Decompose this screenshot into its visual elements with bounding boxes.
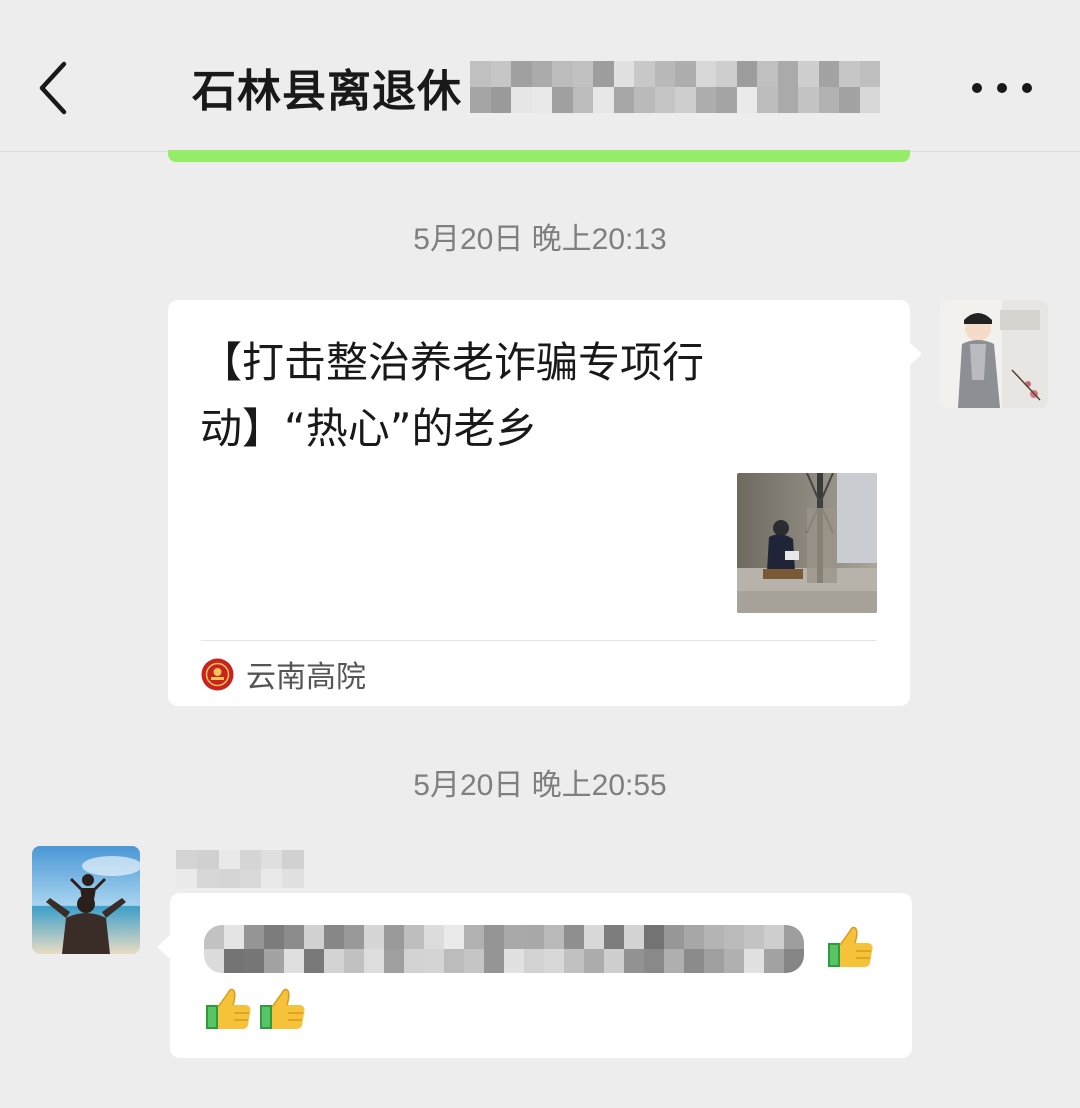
chat-title-redacted	[470, 61, 880, 113]
sender-name-redacted	[176, 850, 304, 888]
message-timestamp: 5月20日 晚上20:13	[413, 223, 667, 256]
court-emblem-icon	[201, 658, 234, 690]
article-source: 云南高院	[201, 656, 366, 695]
chat-header: 石林县离退休	[0, 0, 1080, 152]
thumbs-up-icon	[260, 988, 305, 1029]
bubble-tail	[157, 935, 170, 959]
shared-article-card[interactable]: 【打击整治养老诈骗专项行动】“热心”的老乡 云南高院	[168, 300, 922, 706]
source-name: 云南高院	[246, 660, 366, 695]
thumbs-up-icon	[828, 926, 873, 967]
text-message-bubble[interactable]	[157, 893, 912, 1058]
message-text-redacted	[204, 925, 804, 973]
article-thumbnail	[737, 473, 877, 613]
message-timestamp: 5月20日 晚上20:55	[413, 769, 667, 802]
article-title: 【打击整治养老诈骗专项行动】“热心”的老乡	[200, 338, 705, 453]
sender-avatar[interactable]	[32, 846, 140, 954]
card-divider	[201, 640, 877, 641]
previous-message-bubble-edge	[168, 150, 910, 162]
chat-title: 石林县离退休	[192, 52, 880, 122]
more-dots-icon	[972, 83, 982, 93]
chevron-left-icon	[39, 61, 67, 115]
chat-title-text: 石林县离退休	[192, 66, 462, 117]
own-avatar[interactable]	[940, 300, 1048, 408]
back-button[interactable]	[30, 58, 80, 118]
more-options-button[interactable]	[972, 78, 1032, 98]
thumbs-up-icon	[206, 988, 251, 1029]
bubble-tail	[909, 342, 922, 366]
